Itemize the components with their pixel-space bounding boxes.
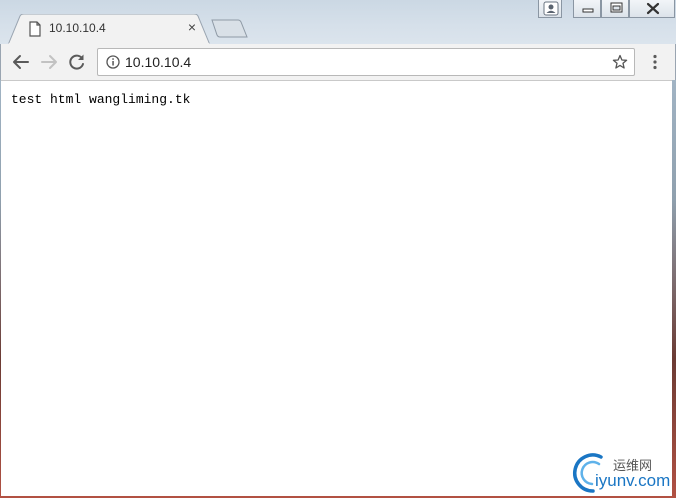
tab-strip: 10.10.10.4 × xyxy=(0,0,676,45)
tab-active[interactable]: 10.10.10.4 × xyxy=(8,14,210,45)
minimize-icon xyxy=(582,8,594,13)
profile-button[interactable] xyxy=(538,0,562,18)
page-body-text: test html wangliming.tk xyxy=(11,92,191,107)
restore-button[interactable] xyxy=(601,0,629,18)
back-button[interactable] xyxy=(10,51,32,73)
restore-icon xyxy=(610,2,623,13)
close-icon xyxy=(646,2,660,15)
star-icon[interactable] xyxy=(612,54,628,70)
reload-icon xyxy=(69,54,84,70)
info-icon[interactable] xyxy=(106,55,120,69)
watermark-en-text: iyunv.com xyxy=(595,471,671,490)
close-window-button[interactable] xyxy=(629,0,675,18)
menu-button[interactable] xyxy=(645,52,665,72)
forward-button[interactable] xyxy=(38,51,60,73)
page-icon xyxy=(28,21,42,37)
watermark: 运维网 iyunv.com xyxy=(571,451,673,495)
minimize-button[interactable] xyxy=(573,0,601,18)
back-arrow-icon xyxy=(13,55,29,69)
tab-title: 10.10.10.4 xyxy=(49,21,106,35)
address-bar[interactable]: 10.10.10.4 xyxy=(97,48,635,76)
kebab-menu-icon xyxy=(653,54,657,70)
reload-button[interactable] xyxy=(66,51,88,73)
toolbar: 10.10.10.4 xyxy=(0,44,676,80)
page-content: test html wangliming.tk xyxy=(1,80,672,496)
profile-icon xyxy=(543,1,559,16)
tab-close-icon[interactable]: × xyxy=(184,19,200,35)
browser-window: 10.10.10.4 × 10.10.10.4 test html wangli… xyxy=(0,0,676,498)
url-text[interactable]: 10.10.10.4 xyxy=(125,54,191,70)
new-tab-button[interactable] xyxy=(210,19,250,39)
forward-arrow-icon xyxy=(41,55,57,69)
